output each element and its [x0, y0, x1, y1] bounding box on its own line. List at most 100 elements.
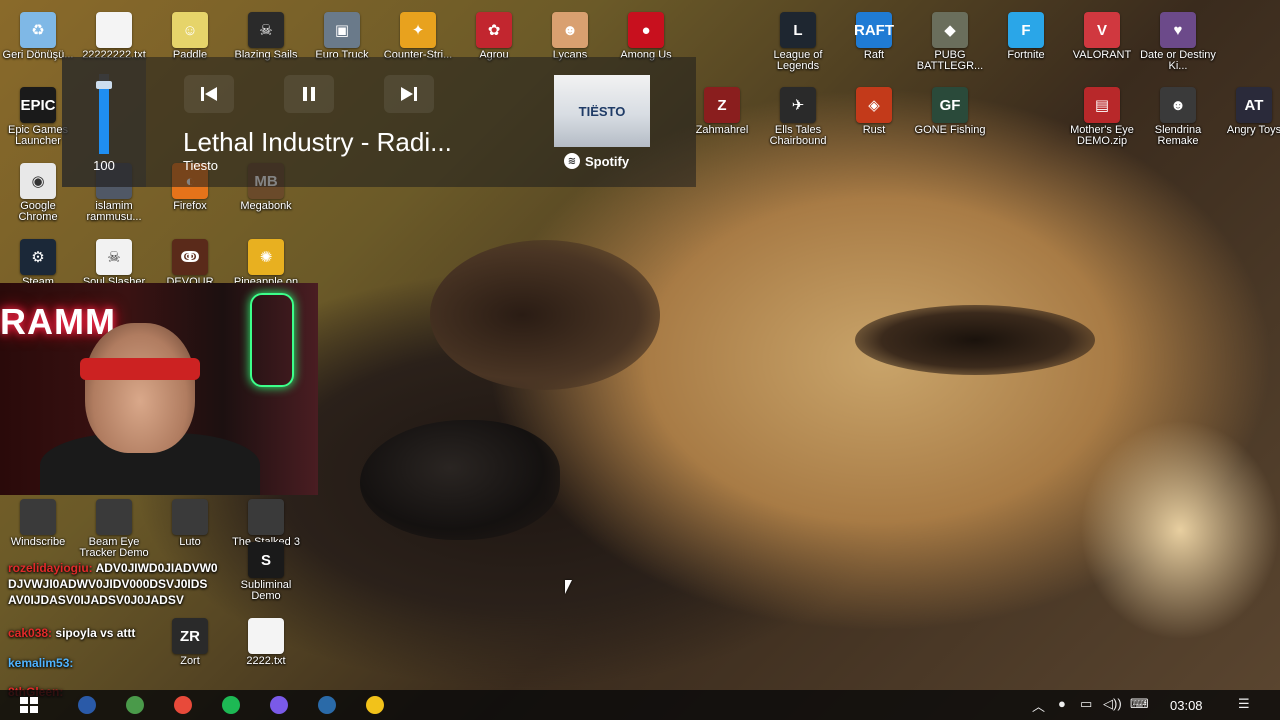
- webcam-person-head: [85, 323, 195, 453]
- lycans-icon: ☻: [552, 12, 588, 48]
- desktop-icon-label: Ells Tales Chairbound: [769, 124, 827, 147]
- desktop-icon[interactable]: ☻ Slendrina Remake: [1140, 83, 1216, 155]
- steam-icon: ⚙: [20, 239, 56, 275]
- taskbar-app-7-icon: [366, 696, 384, 714]
- desktop-icon[interactable]: 2222.txt: [228, 614, 304, 686]
- paddle-game-icon: ☺: [172, 12, 208, 48]
- desktop-icon[interactable]: Beam Eye Tracker Demo: [76, 495, 152, 567]
- network-icon[interactable]: ▭: [1080, 696, 1092, 712]
- wallpaper-dog-nose: [360, 420, 560, 540]
- epic-games-icon: EPIC: [20, 87, 56, 123]
- soul-slasher-icon: ☠: [96, 239, 132, 275]
- tray-chevron-icon[interactable]: ︿: [1032, 696, 1045, 715]
- track-title: Lethal Industry - Radi...: [183, 127, 452, 157]
- previous-track-button[interactable]: [184, 75, 234, 113]
- desktop-icon-label: Date or Destiny Ki...: [1140, 49, 1216, 72]
- desktop-icon-label: PUBG BATTLEGR...: [916, 49, 984, 72]
- desktop-icon[interactable]: ◆ PUBG BATTLEGR...: [912, 8, 988, 80]
- league-of-legends-icon: L: [780, 12, 816, 48]
- desktop-icon[interactable]: F Fortnite: [988, 8, 1064, 80]
- microphone-icon[interactable]: ●: [1058, 696, 1066, 711]
- devour-icon: ↂ: [172, 239, 208, 275]
- text-file-2-icon: [248, 618, 284, 654]
- desktop-icon[interactable]: RAFT Raft: [836, 8, 912, 80]
- taskbar-app-1[interactable]: [74, 693, 100, 717]
- album-art: TIËSTO: [554, 75, 650, 147]
- desktop-icon-label: Luto: [179, 536, 201, 548]
- taskbar-steam-icon: [318, 696, 336, 714]
- chat-username: kemalim53:: [8, 656, 74, 670]
- taskbar: ︿ ● ▭ ◁)) ⌨ 03:08 ☰: [0, 690, 1280, 720]
- desktop-icon-label: Google Chrome: [18, 200, 58, 223]
- next-track-button[interactable]: [384, 75, 434, 113]
- date-or-destiny-icon: ♥: [1160, 12, 1196, 48]
- taskbar-app-1-icon: [78, 696, 96, 714]
- desktop-icon[interactable]: ▤ Mother's Eye DEMO.zip: [1064, 83, 1140, 155]
- volume-panel[interactable]: 100: [62, 57, 146, 187]
- desktop-icon-label: GONE Fishing: [914, 124, 986, 136]
- blazing-sails-icon: ☠: [248, 12, 284, 48]
- desktop-icon[interactable]: ◈ Rust: [836, 83, 912, 155]
- taskbar-app-2-icon: [126, 696, 144, 714]
- chat-message-3: kemalim53:: [8, 655, 73, 671]
- track-artist: Tiesto: [183, 158, 218, 173]
- fortnite-icon: F: [1008, 12, 1044, 48]
- subliminal-icon: S: [248, 542, 284, 578]
- desktop-icon-label: Slendrina Remake: [1154, 124, 1202, 147]
- source-app-label: ≋ Spotify: [564, 153, 629, 169]
- chat-message-2: cak038: sipoyla vs attt: [8, 625, 135, 641]
- desktop-icon[interactable]: Luto: [152, 495, 228, 567]
- wallpaper-dog-eye: [855, 305, 1095, 375]
- webcam-neon-cactus: [250, 293, 294, 387]
- stalked-icon: [248, 499, 284, 535]
- desktop-icon-label: VALORANT: [1072, 49, 1132, 61]
- rust-icon: ◈: [856, 87, 892, 123]
- desktop-icon[interactable]: ✈ Ells Tales Chairbound: [760, 83, 836, 155]
- taskbar-spotify-icon: [222, 696, 240, 714]
- slendrina-icon: ☻: [1160, 87, 1196, 123]
- desktop-icon[interactable]: ZR Zort: [152, 614, 228, 686]
- desktop-icon[interactable]: Windscribe: [0, 495, 76, 567]
- desktop-icon-label: Angry Toys: [1226, 124, 1280, 136]
- taskbar-spotify[interactable]: [218, 693, 244, 717]
- keyboard-icon[interactable]: ⌨: [1130, 696, 1149, 712]
- desktop-icon-label: Megabonk: [240, 200, 292, 212]
- volume-slider-knob[interactable]: [96, 81, 112, 89]
- volume-value: 100: [93, 158, 115, 173]
- windows-start-icon[interactable]: [20, 697, 38, 713]
- notifications-icon[interactable]: ☰: [1238, 696, 1250, 712]
- volume-icon[interactable]: ◁)): [1103, 696, 1122, 712]
- desktop-icon-label: 2222.txt: [246, 655, 286, 667]
- taskbar-app-7[interactable]: [362, 693, 388, 717]
- desktop-icon-label: Raft: [863, 49, 885, 61]
- zip-archive-icon: ▤: [1084, 87, 1120, 123]
- desktop-icon-label: Fortnite: [1007, 49, 1045, 61]
- desktop-icon-label: Windscribe: [10, 536, 66, 548]
- desktop-icon[interactable]: V VALORANT: [1064, 8, 1140, 80]
- pause-button[interactable]: [284, 75, 334, 113]
- desktop-icon[interactable]: L League of Legends: [760, 8, 836, 80]
- chrome-icon: ◉: [20, 163, 56, 199]
- agrou-icon: ✿: [476, 12, 512, 48]
- zort-icon: ZR: [172, 618, 208, 654]
- desktop-icon-label: Rust: [862, 124, 886, 136]
- desktop-icon[interactable]: GF GONE Fishing: [912, 83, 988, 155]
- desktop-icon-label: Zort: [180, 655, 200, 667]
- valorant-icon: V: [1084, 12, 1120, 48]
- taskbar-app-5-icon: [270, 696, 288, 714]
- taskbar-chrome[interactable]: [170, 693, 196, 717]
- wallpaper-dog-ear: [430, 240, 660, 390]
- desktop-icon[interactable]: AT Angry Toys: [1216, 83, 1280, 155]
- taskbar-steam[interactable]: [314, 693, 340, 717]
- taskbar-clock[interactable]: 03:08: [1170, 698, 1203, 713]
- desktop-icon[interactable]: S Subliminal Demo: [228, 538, 304, 610]
- angry-toys-icon: AT: [1236, 87, 1272, 123]
- raft-icon: RAFT: [854, 12, 894, 48]
- desktop-icon[interactable]: ♥ Date or Destiny Ki...: [1140, 8, 1216, 80]
- text-file-icon: [96, 12, 132, 48]
- mouse-cursor: [565, 580, 579, 594]
- wallpaper-highlight: [1080, 420, 1280, 640]
- taskbar-app-2[interactable]: [122, 693, 148, 717]
- beam-eye-icon: [96, 499, 132, 535]
- taskbar-app-5[interactable]: [266, 693, 292, 717]
